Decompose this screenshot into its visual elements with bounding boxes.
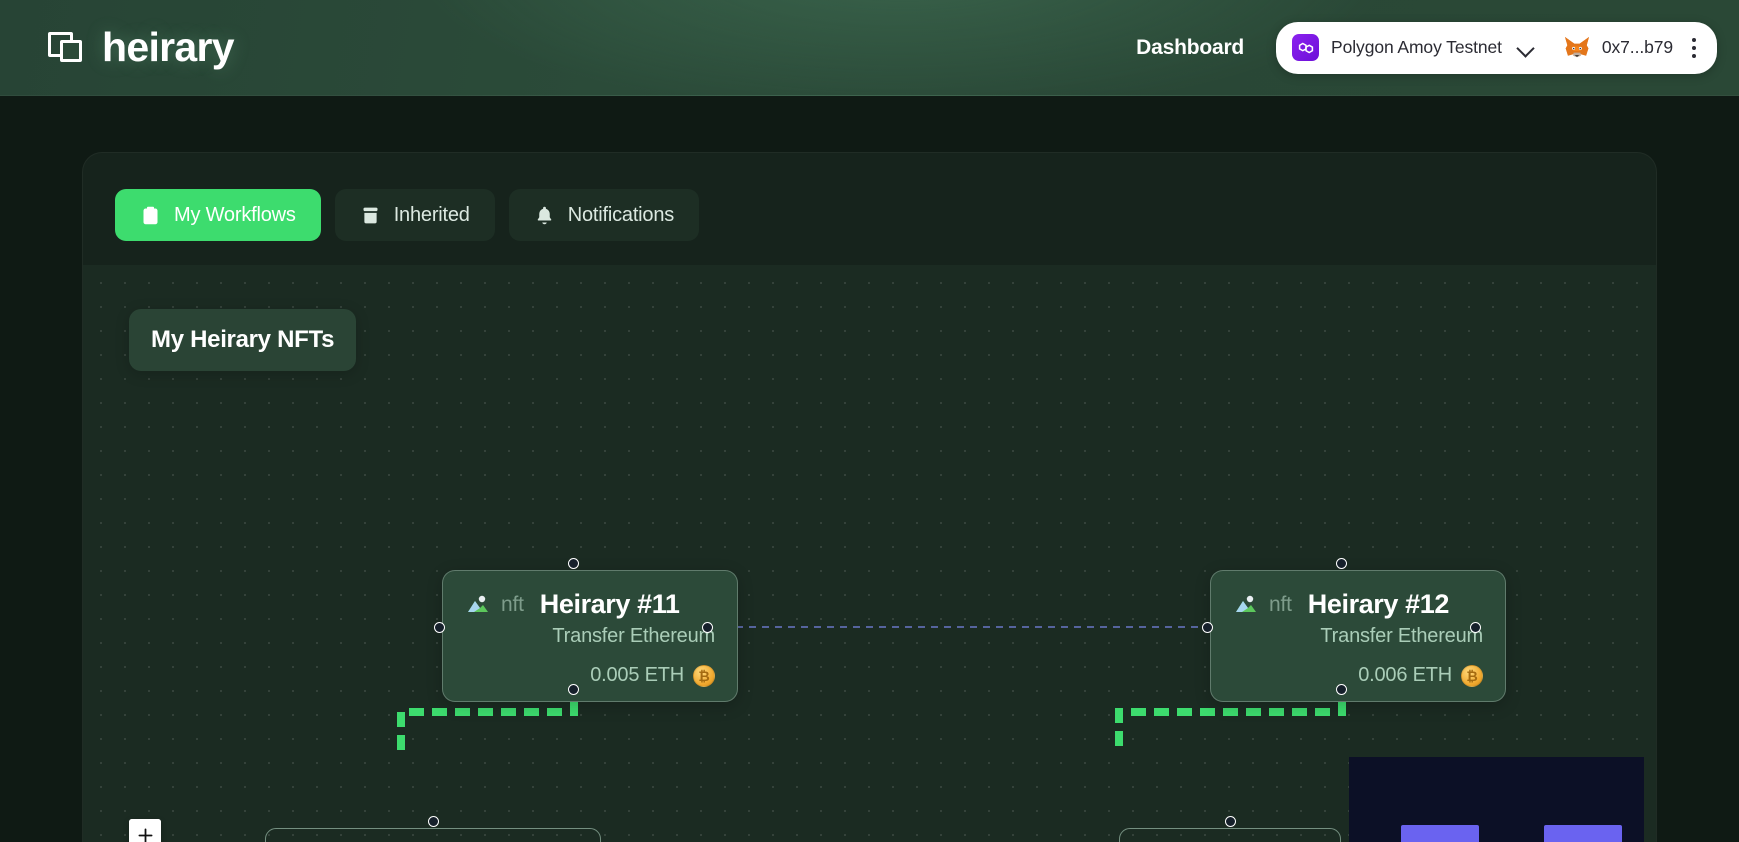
broken-image-icon	[465, 592, 491, 618]
node-handle-top[interactable]	[568, 558, 579, 569]
brand-name: heirary	[102, 24, 235, 70]
nft-node-heirary-11[interactable]: nft Heirary #11 Transfer Ethereum 0.005 …	[442, 570, 738, 702]
nft-node-amount-row: 0.005 ETH ₿	[465, 664, 715, 687]
node-handle-right[interactable]	[1470, 622, 1481, 633]
network-selector[interactable]: Polygon Amoy Testnet	[1290, 34, 1544, 61]
flow-title: My Heirary NFTs	[129, 309, 357, 371]
kebab-menu-icon[interactable]	[1683, 35, 1705, 61]
chevron-down-icon	[1518, 40, 1534, 56]
trigger-node-married[interactable]: When I get married	[1119, 828, 1341, 842]
nft-node-header: nft Heirary #11	[465, 589, 715, 620]
tab-my-workflows[interactable]: My Workflows	[115, 189, 321, 241]
workflow-panel: My Workflows Inherited Notifications My …	[82, 152, 1657, 842]
tab-label: My Workflows	[174, 203, 296, 226]
wallet-pill: Polygon Amoy Testnet 0x7...b79	[1276, 21, 1717, 74]
broken-image-icon	[1233, 592, 1259, 618]
plus-icon	[129, 828, 161, 842]
trigger-node-promotion[interactable]: When I get a promotion at work	[265, 828, 601, 842]
archive-box-icon	[360, 205, 381, 226]
nft-node-title: Heirary #12	[1307, 589, 1450, 619]
nft-node-header: nft Heirary #12	[1233, 589, 1483, 620]
network-name: Polygon Amoy Testnet	[1331, 37, 1502, 57]
tab-label: Notifications	[567, 203, 675, 226]
nft-node-amount: 0.006 ETH	[1358, 664, 1452, 686]
node-handle-bottom[interactable]	[1336, 684, 1347, 695]
app-header: heirary Dashboard Polygon Amoy Testnet 0…	[0, 0, 1739, 96]
trigger-handle-top[interactable]	[428, 816, 439, 827]
dashboard-link[interactable]: Dashboard	[1136, 36, 1244, 60]
nft-node-amount-row: 0.006 ETH ₿	[1233, 664, 1483, 687]
metamask-fox-icon	[1563, 35, 1591, 61]
nft-node-subtitle: Transfer Ethereum	[552, 625, 715, 647]
trigger-handle-top[interactable]	[1225, 816, 1236, 827]
tab-bar: My Workflows Inherited Notifications	[83, 153, 1656, 241]
minimap[interactable]	[1349, 757, 1644, 842]
polygon-logo-icon	[1292, 34, 1320, 61]
clipboard-icon	[140, 205, 161, 226]
node-handle-bottom[interactable]	[568, 684, 579, 695]
brand-logo[interactable]: heirary	[47, 24, 235, 71]
node-handle-left[interactable]	[434, 622, 445, 633]
nft-image-alt: nft	[1269, 592, 1292, 616]
zoom-in-button[interactable]	[129, 819, 161, 842]
nft-node-subtitle: Transfer Ethereum	[1320, 625, 1483, 647]
overlapping-squares-icon	[47, 28, 87, 68]
flow-canvas[interactable]: My Heirary NFTs nft Heirary #11 Transfer…	[83, 265, 1656, 842]
bitcoin-coin-icon: ₿	[1461, 664, 1483, 687]
tab-label: Inherited	[393, 203, 470, 226]
node-handle-top[interactable]	[1336, 558, 1347, 569]
nft-image-alt: nft	[501, 592, 524, 616]
node-handle-right[interactable]	[702, 622, 713, 633]
account-address: 0x7...b79	[1601, 37, 1673, 57]
minimap-node	[1401, 825, 1479, 842]
zoom-controls	[129, 819, 161, 842]
nft-node-title: Heirary #11	[539, 589, 680, 619]
app-root: heirary Dashboard Polygon Amoy Testnet 0…	[0, 0, 1739, 842]
minimap-node	[1544, 825, 1622, 842]
dashboard-label: Dashboard	[1136, 35, 1245, 59]
tab-inherited[interactable]: Inherited	[334, 189, 495, 241]
node-handle-left[interactable]	[1202, 622, 1213, 633]
bitcoin-coin-icon: ₿	[693, 664, 715, 687]
tab-notifications[interactable]: Notifications	[508, 189, 700, 241]
header-actions: Dashboard Polygon Amoy Testnet 0x7...b79	[1136, 21, 1717, 74]
account-selector[interactable]: 0x7...b79	[1545, 35, 1677, 61]
nft-node-heirary-12[interactable]: nft Heirary #12 Transfer Ethereum 0.006 …	[1210, 570, 1506, 702]
bell-icon	[534, 205, 555, 226]
nft-node-amount: 0.005 ETH	[590, 664, 684, 686]
